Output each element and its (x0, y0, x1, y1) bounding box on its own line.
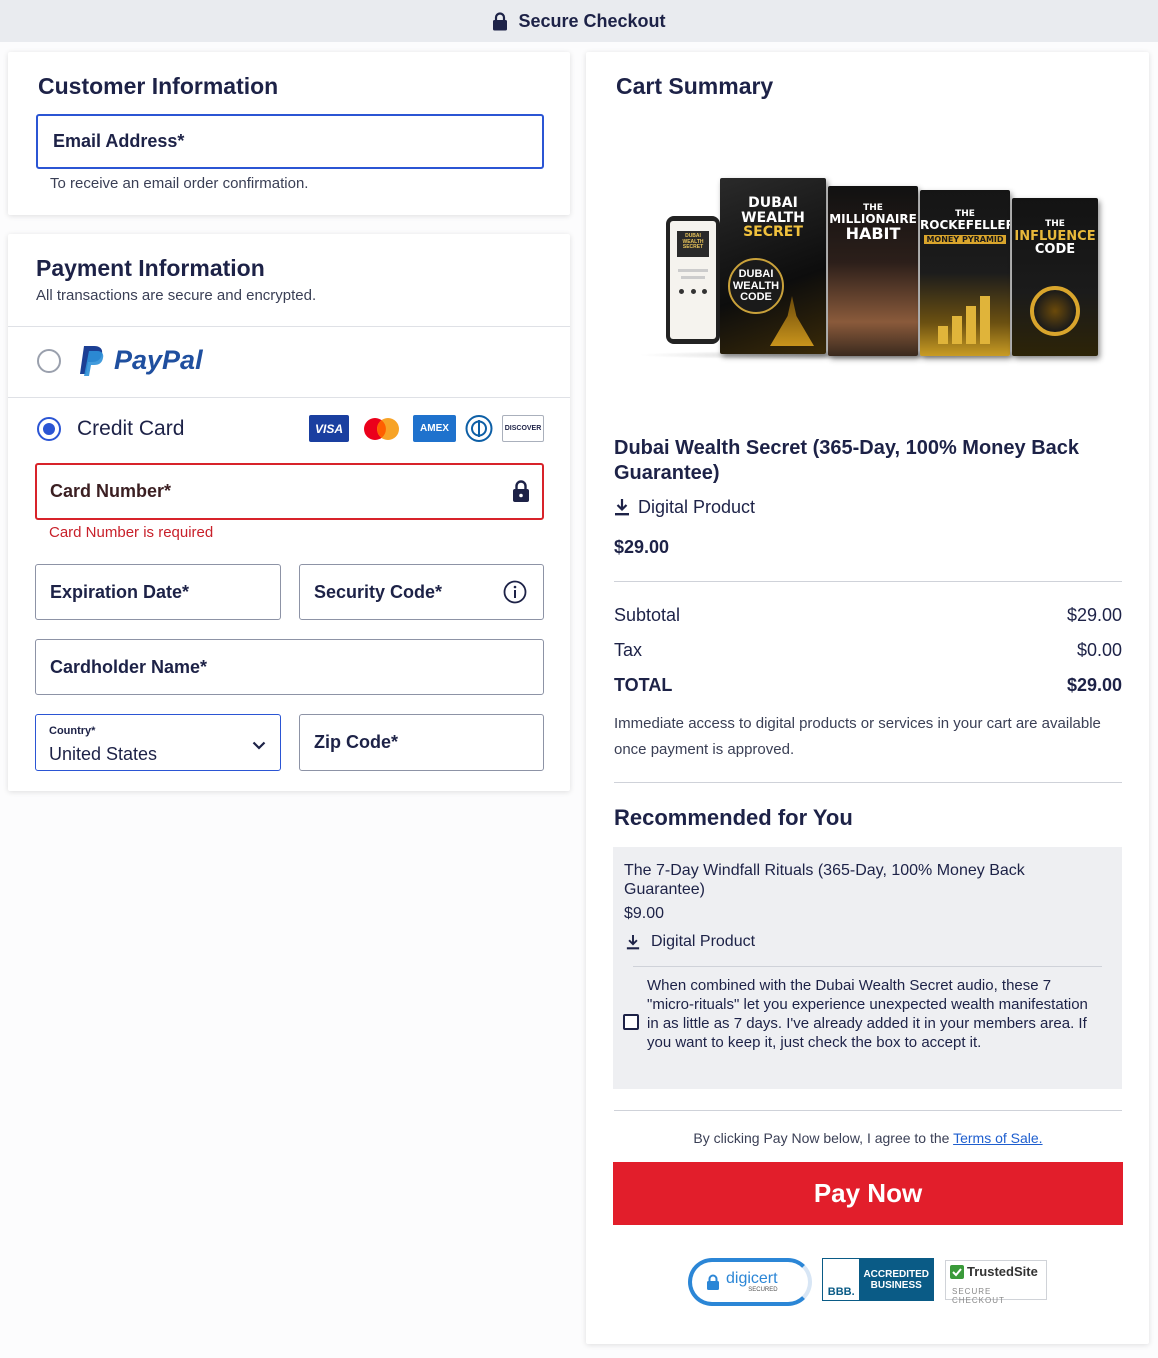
book-title-line: SECRET (743, 224, 803, 241)
expiration-date-label: Expiration Date* (50, 581, 190, 602)
card-number-label: Card Number* (50, 481, 172, 501)
book-rockefeller-money-pyramid: THE ROCKEFELLER MONEY PYRAMID (920, 190, 1010, 356)
cardholder-name-field[interactable]: Cardholder Name* (35, 639, 544, 695)
rec-item-checkbox[interactable] (623, 1014, 639, 1030)
book-sub-line: CODE (740, 291, 772, 304)
book-title-line: HABIT (845, 224, 901, 244)
customer-information-card: Customer Information Email Address* To r… (8, 52, 570, 215)
tax-value: $0.00 (1076, 640, 1122, 660)
rec-item-type: Digital Product (651, 933, 756, 950)
book-title-line: THE (1045, 219, 1065, 229)
terms-prefix: By clicking Pay Now below, I agree to th… (693, 1130, 954, 1146)
divider (614, 782, 1122, 783)
product-type: Digital Product (638, 497, 756, 517)
email-label: Email Address* (53, 131, 185, 151)
phone-title-line: SECRET (682, 244, 704, 250)
security-code-field[interactable]: Security Code* (299, 564, 544, 620)
email-help-text: To receive an email order confirmation. (50, 175, 309, 192)
book-dubai-wealth-secret: DUBAI WEALTH SECRET DUBAI WEALTH CODE (720, 178, 826, 354)
zip-code-label: Zip Code* (314, 732, 398, 752)
lock-icon (492, 11, 508, 31)
credit-card-label: Credit Card (77, 417, 185, 440)
subtotal-value: $29.00 (1066, 605, 1122, 625)
book-sub-line: WEALTH (732, 279, 780, 292)
download-icon (626, 934, 640, 955)
recommended-item: The 7-Day Windfall Rituals (365-Day, 100… (613, 847, 1122, 1089)
customer-information-title: Customer Information (38, 73, 279, 99)
info-icon[interactable] (503, 580, 527, 609)
lock-icon (706, 1274, 720, 1290)
zip-code-field[interactable]: Zip Code* (299, 714, 544, 771)
country-select[interactable]: Country* United States (35, 714, 281, 771)
card-number-error: Card Number is required (49, 524, 214, 541)
chevron-down-icon (252, 737, 266, 755)
bbb-badge: BBB. ACCREDITED BUSINESS (822, 1258, 934, 1301)
trustedsite-label: TrustedSite (967, 1264, 1038, 1279)
credit-card-radio[interactable] (37, 417, 61, 441)
terms-text: By clicking Pay Now below, I agree to th… (614, 1130, 1122, 1146)
checkmark-icon (950, 1265, 964, 1279)
product-image: DUBAI WEALTH SECRET DUBAI WEALTH SECRET DU… (632, 170, 1104, 360)
paypal-logo-icon (78, 344, 106, 383)
lock-icon (512, 479, 530, 508)
access-note: Immediate access to digital products or … (614, 715, 1101, 758)
recommended-title: Recommended for You (614, 805, 853, 830)
total-label: TOTAL (614, 675, 673, 695)
pay-now-button[interactable]: Pay Now (613, 1162, 1123, 1225)
total-value: $29.00 (1066, 675, 1122, 695)
email-field[interactable]: Email Address* (36, 114, 544, 169)
card-number-field[interactable]: Card Number* (35, 463, 544, 520)
rec-item-price: $9.00 (624, 905, 665, 922)
diners-icon (464, 415, 494, 442)
product-price: $29.00 (614, 537, 670, 557)
expiration-date-field[interactable]: Expiration Date* (35, 564, 281, 620)
phone-mockup: DUBAI WEALTH SECRET (666, 216, 720, 344)
subtotal-label: Subtotal (614, 605, 681, 625)
digicert-label: digicert (726, 1270, 778, 1287)
bbb-text: ACCREDITED BUSINESS (859, 1259, 933, 1300)
paypal-radio[interactable] (37, 349, 61, 373)
country-label: Country* (49, 725, 96, 737)
header-title: Secure Checkout (518, 10, 666, 31)
divider (614, 581, 1122, 582)
discover-icon: DISCOVER (502, 415, 544, 442)
country-value: United States (49, 744, 158, 764)
book-title-line: WEALTH (741, 209, 805, 226)
book-title-line: CODE (1034, 242, 1076, 258)
download-icon (614, 498, 630, 521)
tax-label: Tax (614, 640, 643, 660)
book-millionaire-habit: THE MILLIONAIRE HABIT (828, 186, 918, 356)
divider (614, 1110, 1122, 1111)
rec-item-name: The 7-Day Windfall Rituals (365-Day, 100… (624, 862, 1025, 898)
book-title-line: DUBAI (748, 195, 798, 211)
cart-summary-title: Cart Summary (616, 73, 774, 99)
cardholder-name-label: Cardholder Name* (50, 656, 208, 677)
payment-subtitle: All transactions are secure and encrypte… (36, 287, 317, 304)
divider (633, 966, 1102, 967)
secure-checkout-header: Secure Checkout (0, 0, 1158, 42)
terms-of-sale-link[interactable]: Terms of Sale. (953, 1130, 1042, 1146)
book-title-line: MONEY PYRAMID (924, 235, 1006, 245)
trustedsite-sub: SECURE CHECKOUT (952, 1287, 1005, 1305)
cart-summary-card: Cart Summary DUBAI WEALTH SECRET DUBAI WE… (586, 52, 1149, 1344)
payment-information-card: Payment Information All transactions are… (8, 234, 570, 791)
bbb-label: BBB. (823, 1259, 860, 1300)
book-influence-code: THE INFLUENCE CODE (1012, 198, 1098, 356)
amex-icon: AMEX (413, 415, 456, 442)
payment-information-title: Payment Information (36, 255, 265, 281)
digicert-sub: SECURED (748, 1287, 778, 1293)
product-name: Dubai Wealth Secret (365-Day, 100% Money… (614, 437, 1079, 484)
digicert-badge: digicert SECURED (688, 1258, 812, 1306)
visa-icon: VISA (309, 415, 349, 442)
mastercard-icon (361, 417, 403, 441)
trustedsite-badge: TrustedSite SECURE CHECKOUT (945, 1260, 1047, 1305)
book-sub-line: DUBAI (738, 268, 774, 280)
paypal-label: PayPal (114, 345, 203, 375)
security-code-label: Security Code* (314, 581, 443, 602)
rec-item-description: When combined with the Dubai Wealth Secr… (647, 977, 1088, 1051)
book-title-line: ROCKEFELLER (920, 218, 1010, 233)
paypal-option[interactable]: PayPal (8, 327, 570, 397)
